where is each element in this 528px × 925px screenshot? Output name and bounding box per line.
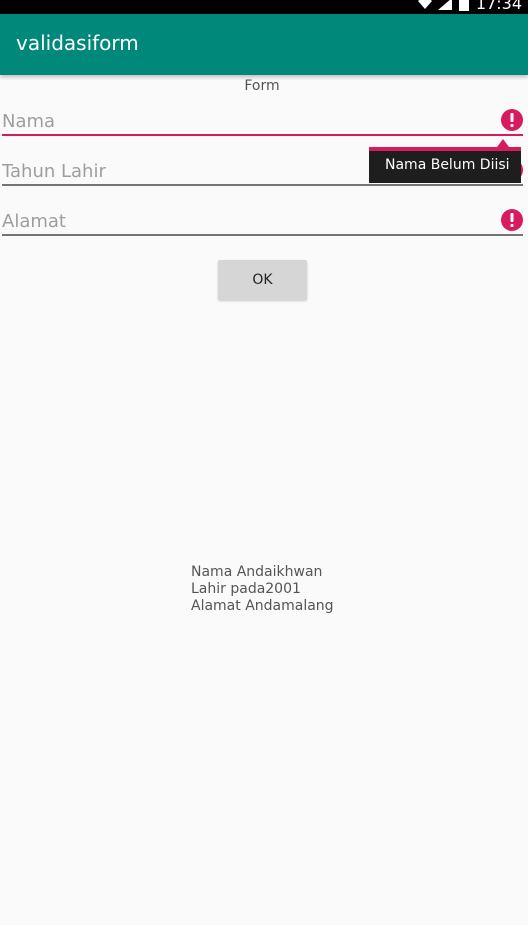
- tooltip-caret: [497, 139, 509, 147]
- signal-icon: [437, 0, 452, 10]
- form-label: Form: [244, 78, 280, 94]
- error-icon: [501, 209, 523, 231]
- nama-field: [2, 108, 523, 136]
- result-text: Nama Andaikhwan Lahir pada2001 Alamat An…: [191, 564, 334, 615]
- alamat-input[interactable]: [2, 208, 492, 234]
- alamat-underline: [2, 234, 523, 236]
- error-icon: [501, 109, 523, 131]
- tahun-lahir-underline: [2, 184, 523, 186]
- result-line: Nama Andaikhwan: [191, 564, 323, 580]
- ok-button[interactable]: OK: [218, 260, 307, 300]
- nama-input[interactable]: [2, 108, 492, 134]
- result-line: Lahir pada2001: [191, 581, 301, 597]
- status-bar: 17:34: [0, 0, 528, 14]
- app-title: validasiform: [16, 31, 139, 55]
- wifi-icon: [417, 0, 432, 10]
- nama-underline: [2, 134, 523, 136]
- status-icons: 17:34: [417, 0, 522, 13]
- battery-icon: [458, 0, 470, 11]
- app-bar: validasiform: [0, 14, 528, 75]
- status-time: 17:34: [475, 0, 522, 13]
- result-line: Alamat Andamalang: [191, 598, 334, 614]
- alamat-field: [2, 208, 523, 236]
- error-tooltip-text: Nama Belum Diisi: [385, 157, 510, 173]
- error-tooltip: Nama Belum Diisi: [369, 147, 521, 183]
